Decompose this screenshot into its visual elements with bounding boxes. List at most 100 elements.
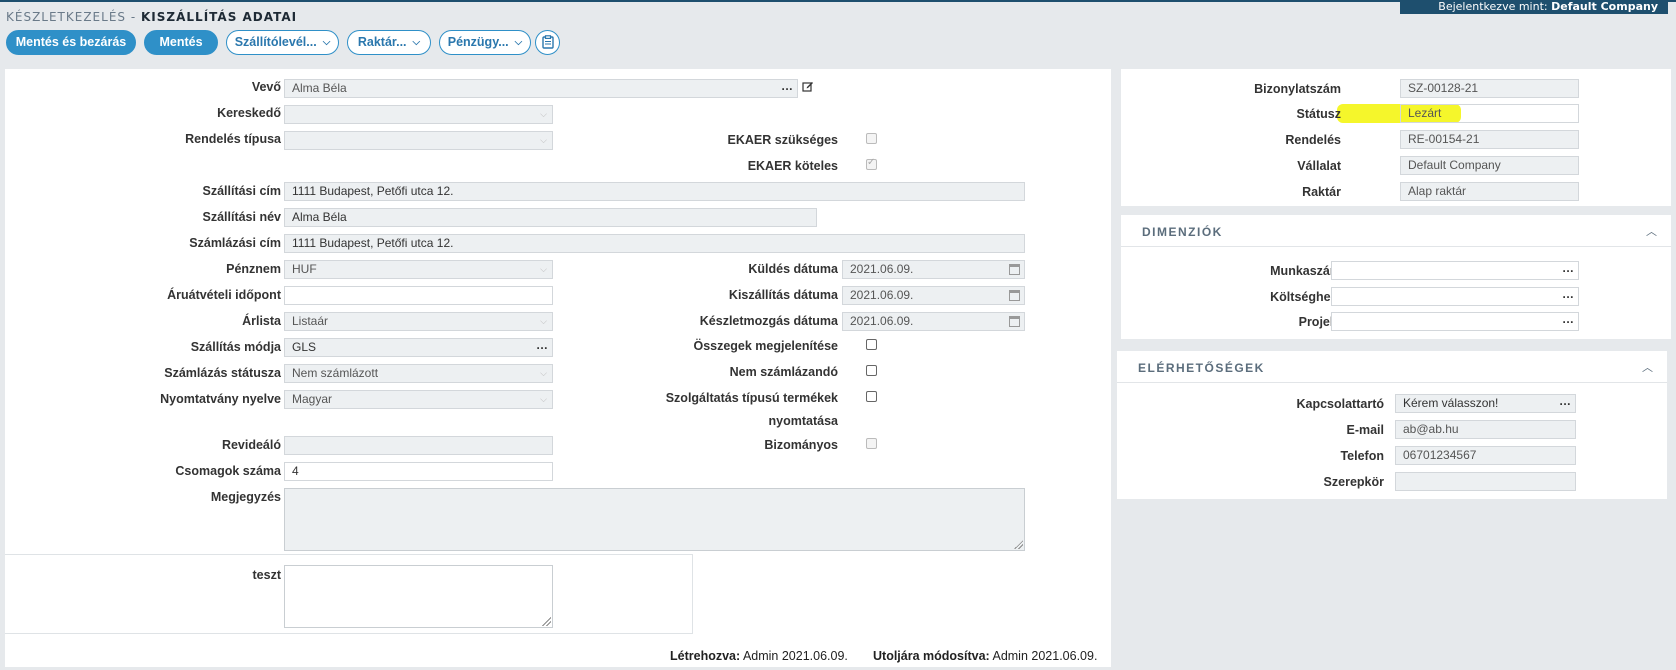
price-list-select[interactable]: Listaár ⌵	[284, 312, 553, 331]
ekaer-required-checkbox[interactable]	[866, 157, 877, 170]
print-lang-label: Nyomtatvány nyelve	[160, 392, 281, 406]
currency-select[interactable]: HUF ⌵	[284, 260, 553, 279]
chevron-up-icon[interactable]: ︿	[1642, 359, 1653, 375]
send-date-label: Küldés dátuma	[748, 262, 838, 276]
bill-status-value: Nem számlázott	[292, 366, 379, 380]
order-type-select[interactable]: ⌵	[284, 131, 553, 150]
warehouse-menu-button[interactable]: Raktár... ⌵	[347, 29, 431, 55]
show-totals-checkbox[interactable]	[866, 339, 877, 350]
chevron-down-icon: ⌵	[322, 36, 331, 48]
costcenter-field[interactable]: ...	[1331, 287, 1579, 306]
chevron-up-icon[interactable]: ︿	[1646, 223, 1657, 239]
ekaer-needed-label: EKAER szükséges	[727, 133, 838, 147]
customer-label: Vevő	[251, 80, 281, 94]
merchant-select[interactable]: ⌵	[284, 105, 553, 124]
test-label: teszt	[252, 568, 281, 582]
email-label: E-mail	[1346, 423, 1384, 437]
service-print-checkbox[interactable]	[866, 391, 877, 402]
currency-label: Pénznem	[226, 262, 281, 276]
created-value: Admin 2021.06.09.	[742, 649, 848, 663]
customer-field[interactable]: Alma Béla...	[284, 79, 798, 98]
email-field[interactable]: ab@ab.hu	[1395, 420, 1576, 439]
test-textarea[interactable]	[284, 565, 553, 628]
ship-address-field[interactable]: 1111 Budapest, Petőfi utca 12.	[284, 182, 1025, 201]
contact-field[interactable]: Kérem válasszon!...	[1395, 394, 1576, 413]
edit-icon[interactable]	[802, 80, 814, 92]
modified-info: Utoljára módosítva: Admin 2021.06.09.	[873, 649, 1097, 663]
created-label: Létrehozva:	[670, 649, 741, 663]
send-date-field[interactable]: 2021.06.09.	[842, 260, 1025, 279]
clipboard-icon	[541, 35, 554, 49]
packages-field[interactable]: 4	[284, 462, 553, 481]
ship-mode-label: Szállítás módja	[190, 340, 281, 354]
note-textarea[interactable]	[284, 488, 1025, 551]
ship-address-label: Szállítási cím	[202, 184, 281, 198]
dimensions-title: DIMENZIÓK	[1142, 225, 1223, 239]
created-info: Létrehozva: Admin 2021.06.09.	[670, 649, 848, 663]
chevron-down-icon: ⌵	[540, 135, 547, 145]
ekaer-needed-checkbox[interactable]	[866, 133, 877, 144]
phone-field[interactable]: 06701234567	[1395, 446, 1576, 465]
stock-date-value: 2021.06.09.	[850, 314, 914, 328]
calendar-icon[interactable]	[1009, 316, 1020, 327]
save-button[interactable]: Mentés	[144, 29, 218, 55]
doc-no-field[interactable]: SZ-00128-21	[1400, 79, 1579, 98]
status-field[interactable]: Lezárt	[1400, 104, 1579, 123]
currency-value: HUF	[292, 262, 317, 276]
logged-in-banner: Bejelentkezve mint: Default Company	[1400, 0, 1668, 14]
lookup-icon[interactable]: ...	[1562, 262, 1574, 277]
lookup-icon[interactable]: ...	[1559, 395, 1571, 410]
auditor-field[interactable]	[284, 436, 553, 455]
ekaer-required-label: EKAER köteles	[747, 159, 838, 173]
pickup-time-label: Áruátvételi időpont	[167, 288, 281, 302]
company-field[interactable]: Default Company	[1400, 156, 1579, 175]
bill-status-label: Számlázás státusza	[164, 366, 281, 380]
lookup-icon[interactable]: ...	[1562, 288, 1574, 303]
lookup-icon[interactable]: ...	[781, 80, 793, 95]
calendar-icon[interactable]	[1009, 290, 1020, 301]
doc-no-label: Bizonylatszám	[1254, 82, 1341, 96]
resize-handle-icon[interactable]	[1014, 540, 1023, 549]
breadcrumb-parent[interactable]: KÉSZLETKEZELÉS -	[6, 10, 136, 24]
lookup-icon[interactable]: ...	[1562, 313, 1574, 328]
calendar-icon[interactable]	[1009, 264, 1020, 275]
packages-label: Csomagok száma	[175, 464, 281, 478]
price-list-label: Árlista	[242, 314, 281, 328]
warehouse-label: Raktár...	[357, 35, 407, 49]
save-close-button[interactable]: Mentés és bezárás	[6, 29, 136, 55]
stock-date-field[interactable]: 2021.06.09.	[842, 312, 1025, 331]
delivery-note-label: Szállítólevél...	[234, 35, 317, 49]
warehouse-label: Raktár	[1302, 185, 1341, 199]
clipboard-button[interactable]	[535, 29, 560, 55]
finance-menu-button[interactable]: Pénzügy... ⌵	[439, 29, 531, 55]
phone-label: Telefon	[1340, 449, 1384, 463]
bill-status-select[interactable]: Nem számlázott ⌵	[284, 364, 553, 383]
delivery-note-menu-button[interactable]: Szállítólevél... ⌵	[226, 29, 339, 55]
warehouse-field[interactable]: Alap raktár	[1400, 182, 1579, 201]
print-lang-select[interactable]: Magyar ⌵	[284, 390, 553, 409]
document-info-panel: Bizonylatszám SZ-00128-21 Státusz Lezárt…	[1121, 69, 1671, 206]
merchant-label: Kereskedő	[217, 106, 281, 120]
worknum-field[interactable]: ...	[1331, 261, 1579, 280]
role-field[interactable]	[1395, 472, 1576, 491]
resize-handle-icon[interactable]	[542, 617, 551, 626]
delivery-date-field[interactable]: 2021.06.09.	[842, 286, 1025, 305]
ship-mode-field[interactable]: GLS...	[284, 338, 553, 357]
auditor-label: Revideáló	[221, 438, 281, 452]
modified-value: Admin 2021.06.09.	[992, 649, 1098, 663]
chevron-down-icon: ⌵	[514, 36, 523, 48]
consignment-checkbox[interactable]	[866, 438, 877, 449]
logged-in-user: Default Company	[1551, 0, 1658, 13]
logged-in-label: Bejelentkezve mint:	[1438, 0, 1548, 13]
project-field[interactable]: ...	[1331, 312, 1579, 331]
not-billable-checkbox[interactable]	[866, 365, 877, 376]
customer-value: Alma Béla	[292, 81, 347, 95]
chevron-down-icon: ⌵	[540, 264, 547, 274]
bill-address-field[interactable]: 1111 Budapest, Petőfi utca 12.	[284, 234, 1025, 253]
order-field[interactable]: RE-00154-21	[1400, 130, 1579, 149]
modified-label: Utoljára módosítva:	[873, 649, 990, 663]
ship-name-field[interactable]: Alma Béla	[284, 208, 817, 227]
lookup-icon[interactable]: ...	[536, 339, 548, 354]
pickup-time-field[interactable]	[284, 286, 553, 305]
chevron-down-icon: ⌵	[540, 109, 547, 119]
